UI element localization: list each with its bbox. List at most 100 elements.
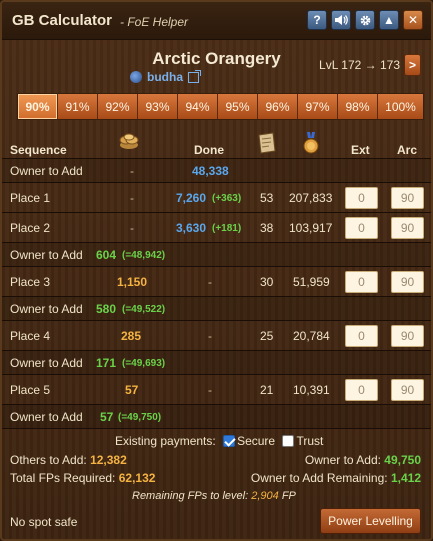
row-label: Owner to Add bbox=[10, 302, 83, 316]
table-row: Owner to Add 57 (=49,750) bbox=[2, 405, 431, 429]
existing-payments-label: Existing payments: bbox=[115, 434, 216, 448]
column-arc: Arc bbox=[397, 143, 418, 157]
close-icon[interactable]: ✕ bbox=[403, 10, 423, 30]
row-medals: 10,391 bbox=[293, 383, 330, 397]
row-fp: 1,150 bbox=[117, 275, 148, 289]
row-fp: 285 bbox=[121, 329, 142, 343]
owner-remaining-label: Owner to Add Remaining: bbox=[250, 471, 388, 485]
percent-tab-98[interactable]: 98% bbox=[338, 94, 378, 119]
row-done: - bbox=[208, 329, 212, 343]
arc-input[interactable]: 90 bbox=[391, 325, 424, 347]
row-blueprints: 30 bbox=[260, 275, 274, 289]
percent-tab-90[interactable]: 90% bbox=[18, 94, 58, 119]
ext-input[interactable]: 0 bbox=[345, 187, 378, 209]
total-value: 62,132 bbox=[118, 471, 156, 485]
percent-tab-100[interactable]: 100% bbox=[378, 94, 423, 119]
row-done: - bbox=[208, 275, 212, 289]
player-name[interactable]: budha bbox=[147, 70, 183, 84]
row-done-extra: (+363) bbox=[212, 193, 242, 204]
table-row: Owner to Add 604 (=48,942) bbox=[2, 243, 431, 267]
owner-total-value: 49,750 bbox=[384, 453, 421, 467]
row-medals: 103,917 bbox=[289, 221, 333, 235]
column-done: Done bbox=[194, 143, 224, 157]
row-label: Owner to Add bbox=[10, 410, 83, 424]
ext-input[interactable]: 0 bbox=[345, 217, 378, 239]
percent-tab-97[interactable]: 97% bbox=[298, 94, 338, 119]
globe-icon bbox=[130, 71, 142, 83]
total-fps: Total FPs Required: 62,132 bbox=[10, 471, 155, 485]
minimize-icon[interactable]: ▲ bbox=[379, 10, 399, 30]
row-blueprints: 21 bbox=[260, 383, 274, 397]
row-done-extra: (+181) bbox=[212, 223, 242, 234]
table-row: Place 1 - 7,260 (+363) 53 207,833 0 90 bbox=[2, 183, 431, 213]
existing-payments: Existing payments: Secure Trust bbox=[115, 434, 323, 448]
column-sequence: Sequence bbox=[10, 143, 67, 157]
trust-label[interactable]: Trust bbox=[296, 434, 323, 448]
others-to-add: Others to Add: 12,382 bbox=[10, 453, 127, 467]
medal-icon bbox=[302, 132, 320, 157]
percent-tab-94[interactable]: 94% bbox=[178, 94, 218, 119]
owner-remaining-value: 1,412 bbox=[390, 471, 421, 485]
percent-tab-95[interactable]: 95% bbox=[218, 94, 258, 119]
percent-tab-93[interactable]: 93% bbox=[138, 94, 178, 119]
row-label: Place 5 bbox=[10, 383, 51, 397]
row-fp-extra: (=48,942) bbox=[122, 250, 166, 261]
row-label: Place 4 bbox=[10, 329, 51, 343]
help-icon[interactable]: ? bbox=[307, 10, 327, 30]
row-label: Owner to Add bbox=[10, 356, 83, 370]
row-done: 3,630 bbox=[176, 221, 207, 235]
row-done: 48,338 bbox=[192, 164, 229, 178]
table-header: Sequence Done Ext Arc bbox=[2, 130, 431, 159]
title-buttons: ? ▲ ✕ bbox=[307, 10, 423, 30]
row-medals: 20,784 bbox=[293, 329, 330, 343]
row-label: Owner to Add bbox=[10, 248, 83, 262]
others-label: Others to Add: bbox=[10, 453, 87, 467]
row-fp: 57 bbox=[125, 383, 139, 397]
row-blueprints: 53 bbox=[260, 191, 274, 205]
window-title: GB Calculator bbox=[12, 12, 113, 29]
arc-input[interactable]: 90 bbox=[391, 271, 424, 293]
blueprint-icon bbox=[257, 132, 277, 157]
row-done: - bbox=[208, 383, 212, 397]
row-fp: 171 bbox=[96, 356, 117, 370]
row-medals: 51,959 bbox=[293, 275, 330, 289]
sound-icon[interactable] bbox=[331, 10, 351, 30]
table-row: Place 3 1,150 - 30 51,959 0 90 bbox=[2, 267, 431, 297]
row-fp: 604 bbox=[96, 248, 117, 262]
arc-input[interactable]: 90 bbox=[391, 217, 424, 239]
external-link-icon[interactable] bbox=[188, 69, 201, 83]
ext-input[interactable]: 0 bbox=[345, 379, 378, 401]
arc-input[interactable]: 90 bbox=[391, 379, 424, 401]
gear-icon[interactable] bbox=[355, 10, 375, 30]
title-bar[interactable]: GB Calculator - FoE Helper ? ▲ ✕ bbox=[2, 2, 431, 40]
row-medals: 207,833 bbox=[289, 191, 333, 205]
ext-input[interactable]: 0 bbox=[345, 325, 378, 347]
secure-checkbox[interactable] bbox=[223, 435, 236, 447]
trust-checkbox[interactable] bbox=[282, 435, 295, 447]
forge-points-icon bbox=[118, 132, 140, 153]
row-fp-extra: (=49,522) bbox=[122, 304, 166, 315]
row-blueprints: 25 bbox=[260, 329, 274, 343]
player-link[interactable]: budha bbox=[130, 69, 201, 84]
next-level-button[interactable]: > bbox=[404, 54, 421, 76]
table-row: Owner to Add 580 (=49,522) bbox=[2, 297, 431, 321]
ext-input[interactable]: 0 bbox=[345, 271, 378, 293]
row-label: Owner to Add bbox=[10, 164, 83, 178]
percent-tab-92[interactable]: 92% bbox=[98, 94, 138, 119]
table-row: Place 2 - 3,630 (+181) 38 103,917 0 90 bbox=[2, 213, 431, 243]
percent-tabs: 90% 91% 92% 93% 94% 95% 96% 97% 98% 100% bbox=[17, 93, 424, 120]
percent-tab-96[interactable]: 96% bbox=[258, 94, 298, 119]
secure-label[interactable]: Secure bbox=[237, 434, 275, 448]
arc-input[interactable]: 90 bbox=[391, 187, 424, 209]
owner-to-add-total: Owner to Add: 49,750 bbox=[305, 453, 421, 467]
total-label: Total FPs Required: bbox=[10, 471, 116, 485]
row-fp: 57 bbox=[100, 410, 114, 424]
percent-tab-91[interactable]: 91% bbox=[58, 94, 98, 119]
power-levelling-button[interactable]: Power Levelling bbox=[320, 508, 421, 534]
gb-calculator-window: GB Calculator - FoE Helper ? ▲ ✕ Arctic … bbox=[0, 0, 433, 541]
table-row: Owner to Add 171 (=49,693) bbox=[2, 351, 431, 375]
row-blueprints: 38 bbox=[260, 221, 274, 235]
row-fp: - bbox=[130, 164, 134, 178]
remaining-fps-unit: FP bbox=[281, 490, 296, 502]
row-fp-extra: (=49,693) bbox=[122, 358, 166, 369]
